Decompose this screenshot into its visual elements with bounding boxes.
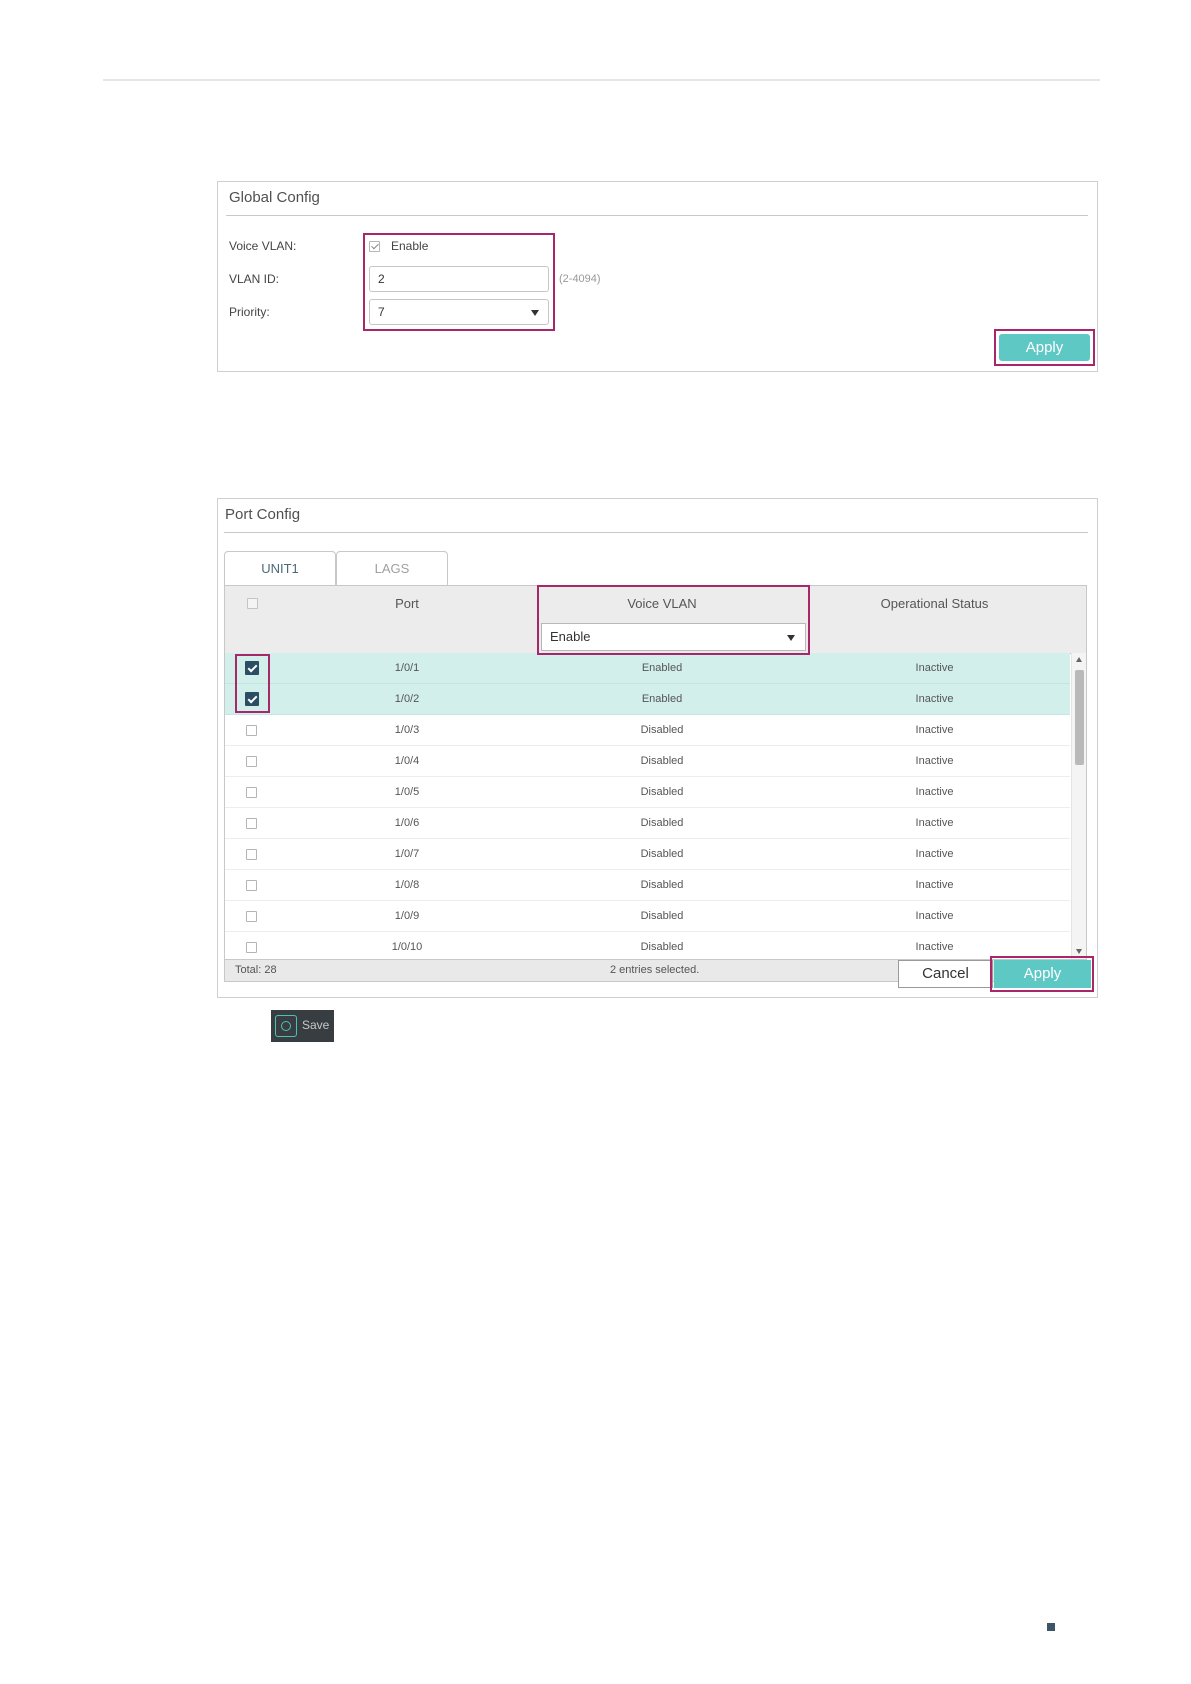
table-row[interactable]: 1/0/9 Disabled Inactive: [225, 901, 1070, 932]
table-row[interactable]: 1/0/6 Disabled Inactive: [225, 808, 1070, 839]
cell-voice-vlan: Enabled: [641, 693, 683, 705]
selected-rows-highlight-frame: [235, 654, 270, 713]
priority-label: Priority:: [229, 305, 270, 319]
voice-vlan-filter-highlight-frame: [537, 585, 810, 655]
cell-voice-vlan: Disabled: [640, 879, 684, 891]
total-count: Total: 28: [235, 964, 277, 976]
table-row[interactable]: 1/0/4 Disabled Inactive: [225, 746, 1070, 777]
select-all-checkbox[interactable]: [247, 598, 258, 609]
cell-operational-status: Inactive: [915, 910, 954, 922]
tab-lags-label: LAGS: [374, 561, 410, 576]
cell-voice-vlan: Disabled: [640, 724, 684, 736]
vlan-id-label: VLAN ID:: [229, 272, 280, 286]
table-scrollbar[interactable]: [1071, 653, 1086, 959]
global-config-title: Global Config: [229, 189, 320, 206]
cell-operational-status: Inactive: [915, 848, 954, 860]
table-row[interactable]: 1/0/1 Enabled Inactive: [225, 653, 1070, 684]
cell-voice-vlan: Disabled: [640, 755, 684, 767]
row-checkbox[interactable]: [246, 756, 257, 767]
row-checkbox[interactable]: [246, 942, 257, 953]
cell-port: 1/0/4: [394, 755, 420, 767]
table-row[interactable]: 1/0/2 Enabled Inactive: [225, 684, 1070, 715]
global-config-divider: [226, 215, 1088, 216]
cell-operational-status: Inactive: [915, 879, 954, 891]
table-row[interactable]: 1/0/7 Disabled Inactive: [225, 839, 1070, 870]
save-label: Save: [302, 1018, 330, 1032]
tab-unit1-label: UNIT1: [261, 561, 299, 576]
vlan-id-range-hint: (2-4094): [559, 273, 601, 285]
cell-operational-status: Inactive: [915, 724, 954, 736]
cell-port: 1/0/6: [394, 817, 420, 829]
column-header-port: Port: [395, 596, 419, 611]
cell-port: 1/0/7: [394, 848, 420, 860]
cell-port: 1/0/8: [394, 879, 420, 891]
save-gear-icon: [275, 1015, 297, 1037]
tab-unit1[interactable]: UNIT1: [224, 551, 336, 586]
port-config-title: Port Config: [225, 506, 301, 523]
cell-port: 1/0/5: [394, 786, 420, 798]
cell-operational-status: Inactive: [915, 817, 954, 829]
row-checkbox[interactable]: [246, 787, 257, 798]
row-checkbox[interactable]: [246, 880, 257, 891]
cell-port: 1/0/3: [394, 724, 420, 736]
cell-port: 1/0/1: [394, 662, 420, 674]
global-apply-highlight-frame: [994, 329, 1095, 366]
page-top-rule: [103, 79, 1100, 81]
cell-operational-status: Inactive: [915, 786, 954, 798]
row-checkbox[interactable]: [246, 725, 257, 736]
column-header-operational-status: Operational Status: [880, 596, 989, 611]
cell-voice-vlan: Disabled: [640, 848, 684, 860]
row-checkbox[interactable]: [246, 818, 257, 829]
row-checkbox[interactable]: [246, 911, 257, 922]
cell-voice-vlan: Disabled: [640, 910, 684, 922]
scroll-up-arrow-icon[interactable]: [1076, 657, 1082, 662]
selection-count: 2 entries selected.: [610, 964, 700, 976]
cell-port: 1/0/9: [394, 910, 420, 922]
cell-operational-status: Inactive: [915, 755, 954, 767]
cell-voice-vlan: Disabled: [640, 817, 684, 829]
table-row[interactable]: 1/0/5 Disabled Inactive: [225, 777, 1070, 808]
port-cancel-label: Cancel: [922, 965, 969, 982]
tab-lags[interactable]: LAGS: [336, 551, 448, 586]
cell-voice-vlan: Disabled: [640, 786, 684, 798]
save-button[interactable]: Save: [271, 1010, 334, 1042]
cell-port: 1/0/2: [394, 693, 420, 705]
port-config-divider: [224, 532, 1088, 533]
port-apply-highlight-frame: [990, 956, 1094, 992]
settings-highlight-frame: [363, 233, 555, 331]
cell-voice-vlan: Enabled: [641, 662, 683, 674]
scrollbar-thumb[interactable]: [1075, 670, 1084, 765]
table-row[interactable]: 1/0/3 Disabled Inactive: [225, 715, 1070, 746]
row-checkbox[interactable]: [246, 849, 257, 860]
scroll-down-arrow-icon[interactable]: [1076, 949, 1082, 954]
cell-operational-status: Inactive: [915, 662, 954, 674]
port-cancel-button[interactable]: Cancel: [898, 960, 993, 988]
page-marker: [1047, 1623, 1055, 1631]
cell-operational-status: Inactive: [915, 693, 954, 705]
voice-vlan-label: Voice VLAN:: [229, 239, 297, 253]
global-config-panel: Global Config Voice VLAN: Enable VLAN ID…: [217, 181, 1098, 372]
table-row[interactable]: 1/0/8 Disabled Inactive: [225, 870, 1070, 901]
